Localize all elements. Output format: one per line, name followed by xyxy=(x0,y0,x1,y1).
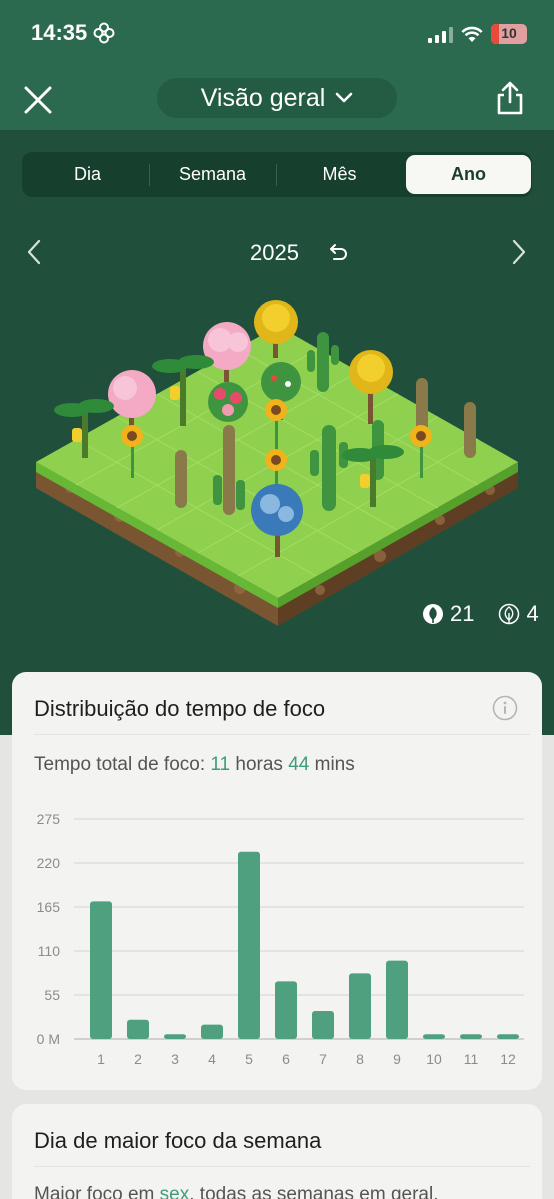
tab-year[interactable]: Ano xyxy=(406,155,531,194)
close-icon[interactable] xyxy=(22,84,54,116)
x-tick-label: 9 xyxy=(393,1051,401,1067)
card-title: Distribuição do tempo de foco xyxy=(34,696,326,721)
rose-bush xyxy=(208,382,248,422)
view-selector[interactable]: Visão geral xyxy=(157,78,397,118)
focus-time-bar-chart: 0 M551101652202751 2 3 4 5 6 7 8 9 10 11 12 xyxy=(37,811,524,1067)
best-day-suffix: , todas as semanas em geral. xyxy=(189,1184,439,1199)
bar-month-9[interactable] xyxy=(386,960,408,1039)
bar-month-8[interactable] xyxy=(349,973,371,1039)
total-focus-label: Tempo total de foco: xyxy=(34,754,211,775)
total-focus-time: Tempo total de foco: 11 horas 44 mins xyxy=(34,754,355,776)
forest-tree-counts: 21 4 xyxy=(422,601,539,627)
bar-month-2[interactable] xyxy=(127,1019,149,1039)
battery-icon: 10 xyxy=(491,24,527,44)
period-navigator: 2025 xyxy=(0,232,554,272)
x-tick-label: 12 xyxy=(500,1051,516,1067)
battery-level: 10 xyxy=(501,25,517,41)
x-tick-label: 2 xyxy=(134,1051,142,1067)
divider xyxy=(34,1166,530,1167)
withered-tree-icon xyxy=(499,603,520,625)
bar-month-3[interactable] xyxy=(164,1034,186,1039)
bar-month-6[interactable] xyxy=(275,981,297,1039)
x-tick-label: 6 xyxy=(282,1051,290,1067)
bar-month-7[interactable] xyxy=(312,1011,334,1039)
divider xyxy=(34,734,530,735)
healthy-tree-icon xyxy=(423,604,443,624)
year-label: 2025 xyxy=(250,240,299,265)
x-tick-label: 4 xyxy=(208,1051,216,1067)
x-tick-label: 3 xyxy=(171,1051,179,1067)
tab-week[interactable]: Semana xyxy=(150,155,275,194)
status-time: 14:35 xyxy=(31,20,88,45)
info-icon[interactable] xyxy=(492,695,518,721)
chevron-left-icon[interactable] xyxy=(25,238,43,266)
wifi-icon xyxy=(461,26,483,42)
chevron-right-icon[interactable] xyxy=(510,238,528,266)
x-tick-label: 10 xyxy=(426,1051,442,1067)
bar-month-12[interactable] xyxy=(497,1034,519,1039)
withered-tree-count: 4 xyxy=(526,601,539,626)
best-day-prefix: Maior foco em xyxy=(34,1184,160,1199)
best-focus-day-card: Dia de maior foco da semana Maior foco e… xyxy=(12,1104,542,1199)
status-bar: 14:35 10 xyxy=(0,0,554,70)
period-tabs: Dia Semana Mês Ano xyxy=(22,152,532,197)
bar-month-5[interactable] xyxy=(238,851,260,1039)
forest-illustration xyxy=(36,300,518,626)
mins-unit: mins xyxy=(309,754,355,775)
x-tick-label: 8 xyxy=(356,1051,364,1067)
bar-month-4[interactable] xyxy=(201,1024,223,1039)
y-tick-label: 165 xyxy=(37,899,61,915)
y-tick-label: 220 xyxy=(37,855,61,871)
bar-month-1[interactable] xyxy=(90,901,112,1039)
focus-flower-icon xyxy=(93,22,115,44)
healthy-tree-count: 21 xyxy=(450,601,475,626)
cactus-tree xyxy=(175,450,187,508)
y-tick-label: 55 xyxy=(44,987,60,1003)
y-tick-label: 0 M xyxy=(37,1031,60,1047)
hours-unit: horas xyxy=(230,754,289,775)
page-title: Visão geral xyxy=(200,83,326,112)
x-tick-label: 11 xyxy=(464,1051,479,1067)
chevron-down-icon xyxy=(336,92,353,103)
signal-icon xyxy=(428,27,454,43)
nav-bar: Visão geral xyxy=(0,70,554,130)
card-title: Dia de maior foco da semana xyxy=(34,1128,322,1153)
y-tick-label: 275 xyxy=(37,811,61,827)
total-hours: 11 xyxy=(210,754,231,775)
best-focus-day-text: Maior foco em sex, todas as semanas em g… xyxy=(34,1184,438,1199)
share-icon[interactable] xyxy=(494,80,526,116)
x-tick-label: 1 xyxy=(97,1051,105,1067)
reset-period-icon[interactable] xyxy=(328,241,350,263)
y-tick-label: 110 xyxy=(38,943,61,959)
tab-month[interactable]: Mês xyxy=(277,155,402,194)
bar-month-10[interactable] xyxy=(423,1034,445,1039)
x-tick-label: 5 xyxy=(245,1051,253,1067)
bar-month-11[interactable] xyxy=(460,1034,482,1039)
x-tick-label: 7 xyxy=(319,1051,327,1067)
cactus-tree xyxy=(464,402,476,458)
focus-distribution-card: Distribuição do tempo de foco Tempo tota… xyxy=(12,672,542,1090)
tab-day[interactable]: Dia xyxy=(25,155,150,194)
total-mins: 44 xyxy=(288,754,310,775)
best-day: sex xyxy=(159,1184,190,1199)
